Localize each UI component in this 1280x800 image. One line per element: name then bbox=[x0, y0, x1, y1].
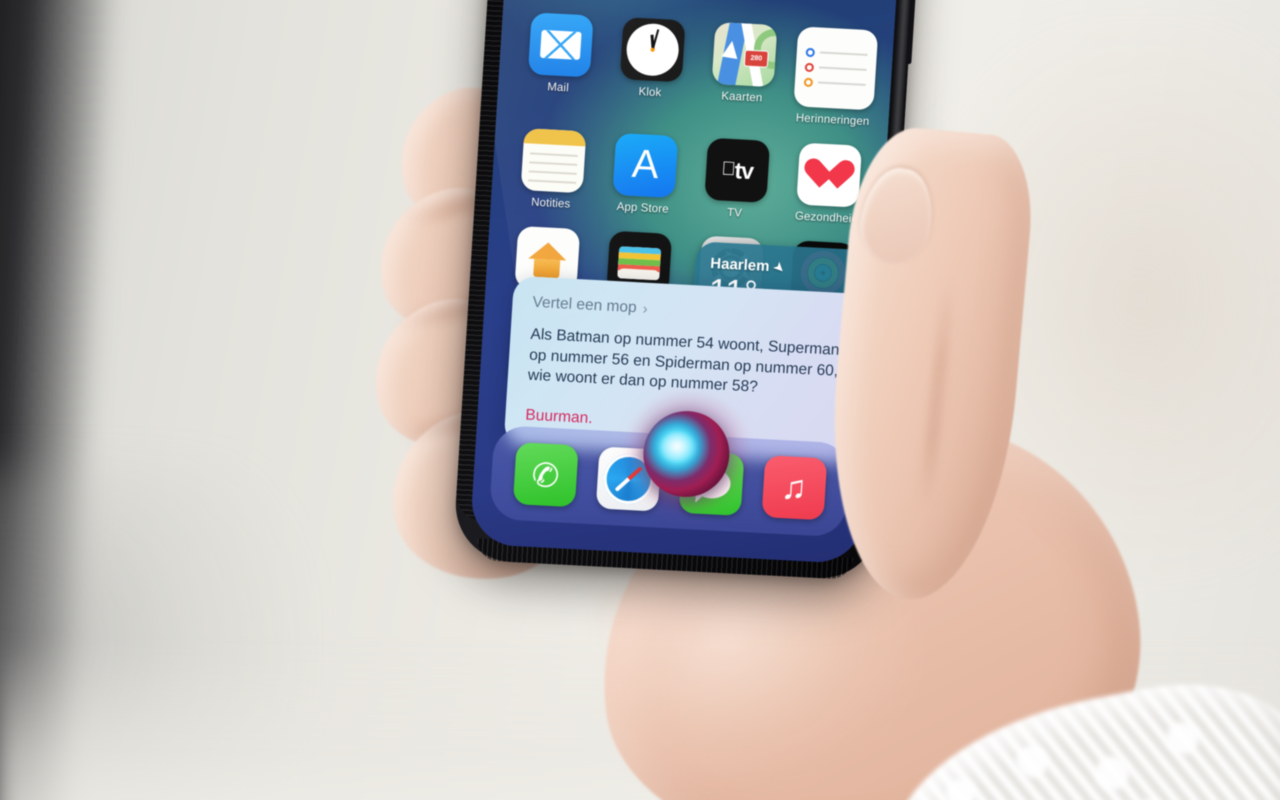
app-tv[interactable]: tv TV bbox=[696, 137, 777, 221]
reminders-icon[interactable] bbox=[793, 26, 879, 111]
maps-icon[interactable]: 280 bbox=[711, 21, 778, 88]
app-label: Mail bbox=[546, 81, 570, 95]
app-label: Herinneringen bbox=[795, 112, 870, 129]
app-notities[interactable]: Notities bbox=[512, 128, 593, 212]
chevron-right-icon: › bbox=[642, 300, 649, 318]
app-label: Kaarten bbox=[720, 90, 763, 105]
maps-highway-shield: 280 bbox=[743, 49, 769, 68]
photo-scene: Mail Klok 280 Kaarten Herinneringen Noti… bbox=[0, 0, 1280, 800]
siri-prompt-text: Vertel een mop bbox=[532, 293, 638, 317]
clock-icon[interactable] bbox=[619, 17, 686, 83]
app-label: App Store bbox=[616, 201, 670, 216]
phone-icon[interactable]: ✆ bbox=[512, 442, 579, 508]
health-icon[interactable] bbox=[796, 142, 863, 208]
location-arrow-icon: ➤ bbox=[770, 258, 789, 276]
app-label: Gezondheid bbox=[794, 210, 859, 226]
mail-icon[interactable] bbox=[527, 12, 594, 78]
app-mail[interactable]: Mail bbox=[519, 12, 601, 114]
phone-glyph: ✆ bbox=[527, 453, 563, 496]
music-note-icon[interactable]: ♫ bbox=[761, 455, 827, 521]
app-label: Notities bbox=[530, 196, 571, 211]
siri-prompt-row[interactable]: Vertel een mop › bbox=[532, 294, 845, 328]
music-glyph: ♫ bbox=[779, 468, 808, 508]
app-herinneringen[interactable]: Herinneringen bbox=[793, 26, 879, 129]
app-label: Klok bbox=[638, 86, 662, 100]
app-row-2: Notities A App Store tv TV Gezon bbox=[512, 128, 869, 226]
tv-icon[interactable]: tv bbox=[704, 137, 771, 203]
app-row-1: Mail Klok 280 Kaarten Herinneringen bbox=[519, 12, 879, 129]
app-label: TV bbox=[726, 206, 743, 220]
notes-icon[interactable] bbox=[520, 128, 587, 194]
app-app-store[interactable]: A App Store bbox=[604, 132, 685, 217]
app-kaarten[interactable]: 280 Kaarten bbox=[702, 21, 784, 124]
appstore-icon[interactable]: A bbox=[612, 132, 679, 199]
app-klok[interactable]: Klok bbox=[610, 17, 692, 119]
